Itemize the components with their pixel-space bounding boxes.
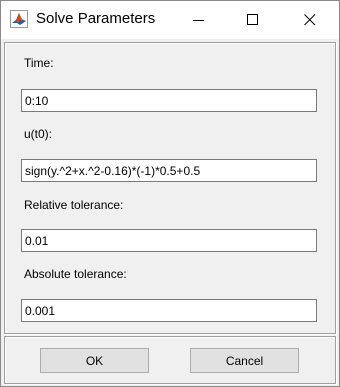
relative-tolerance-label: Relative tolerance: bbox=[24, 198, 124, 212]
u-t0-label: u(t0): bbox=[24, 127, 53, 141]
title-bar[interactable]: Solve Parameters bbox=[1, 1, 339, 39]
time-label: Time: bbox=[24, 56, 54, 70]
close-icon bbox=[304, 14, 316, 26]
parameters-panel: Time: u(t0): Relative tolerance: Absolut… bbox=[4, 42, 336, 334]
minimize-icon bbox=[193, 20, 204, 21]
solve-parameters-dialog: Solve Parameters Time: u(t0): Relative t… bbox=[0, 0, 340, 387]
button-panel: OK Cancel bbox=[4, 336, 336, 384]
cancel-button[interactable]: Cancel bbox=[190, 348, 299, 373]
ok-button[interactable]: OK bbox=[40, 348, 149, 373]
maximize-button[interactable] bbox=[230, 1, 276, 39]
dialog-client-area: Time: u(t0): Relative tolerance: Absolut… bbox=[1, 39, 339, 386]
relative-tolerance-input[interactable] bbox=[21, 229, 317, 252]
window-title: Solve Parameters bbox=[36, 10, 156, 27]
absolute-tolerance-label: Absolute tolerance: bbox=[24, 267, 127, 281]
time-input[interactable] bbox=[21, 89, 317, 112]
minimize-button[interactable] bbox=[176, 1, 222, 39]
absolute-tolerance-input[interactable] bbox=[21, 299, 317, 322]
maximize-icon bbox=[247, 14, 258, 25]
u-t0-input[interactable] bbox=[21, 159, 317, 182]
matlab-icon bbox=[10, 10, 28, 28]
close-button[interactable] bbox=[287, 1, 333, 39]
